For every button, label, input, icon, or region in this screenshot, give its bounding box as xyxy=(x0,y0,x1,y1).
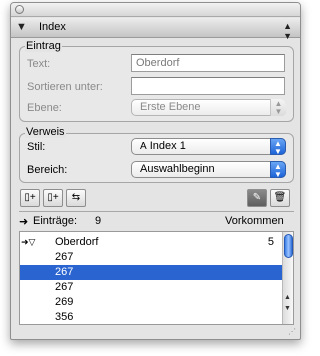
sort-under-field[interactable] xyxy=(131,77,285,95)
list-item[interactable]: 356 xyxy=(20,310,284,324)
range-label: Bereich: xyxy=(27,164,68,176)
level-label: Ebene: xyxy=(27,102,62,114)
window-titlebar[interactable] xyxy=(11,3,300,17)
text-label: Text: xyxy=(27,58,51,70)
panel-header: ▼ Index ▲ ▼ xyxy=(11,18,300,41)
range-popup[interactable]: Auswahlbeginn ▲ ▼ xyxy=(131,161,286,179)
entry-group-label: Eintrag xyxy=(25,40,62,52)
occurrences-header: Vorkommen xyxy=(225,215,284,227)
divider xyxy=(19,211,294,212)
trash-icon[interactable]: 🗑 xyxy=(270,189,290,207)
popup-arrows-icon: ▲ ▼ xyxy=(270,99,286,116)
reference-group-label: Verweis xyxy=(25,126,66,138)
list-item[interactable]: 267 xyxy=(20,250,284,265)
vertical-scrollbar[interactable]: ▲ ▼ xyxy=(282,232,293,324)
entries-count: 9 xyxy=(95,215,102,227)
level-popup-value: Erste Ebene xyxy=(140,101,201,113)
resize-grip-icon[interactable]: ⋰ xyxy=(288,327,298,337)
list-item[interactable]: 269 xyxy=(20,295,284,310)
popup-arrows-icon: ▲ ▼ xyxy=(270,161,286,179)
list-item-selected[interactable]: 267 xyxy=(20,265,284,280)
goto-marker-icon[interactable]: ⇆ xyxy=(66,189,86,207)
scrollbar-thumb[interactable] xyxy=(284,234,293,258)
index-entry-list[interactable]: ➜▽ Oberdorf 5 267 267 267 269 356 ▲ ▼ xyxy=(19,231,294,325)
disclosure-triangle-icon[interactable]: ▼ xyxy=(16,21,27,33)
arrow-icon: ➜ xyxy=(19,216,29,228)
list-item[interactable]: ➜▽ Oberdorf 5 xyxy=(20,235,284,250)
level-popup[interactable]: Erste Ebene ▲ ▼ xyxy=(131,99,286,116)
index-palette-window: ▼ Index ▲ ▼ Eintrag Text: Oberdorf Sortie… xyxy=(10,2,301,340)
add-entry-icon[interactable]: ▯+ xyxy=(20,189,40,207)
panel-menu-icon[interactable]: ▲ ▼ xyxy=(283,21,292,41)
text-field[interactable]: Oberdorf xyxy=(131,54,285,72)
paragraph-style-icon: A xyxy=(140,141,147,152)
sort-under-label: Sortieren unter: xyxy=(27,81,103,93)
scroll-down-icon[interactable]: ▼ xyxy=(284,305,291,312)
expand-arrow-icon[interactable]: ➜▽ xyxy=(21,235,35,250)
entries-label: Einträge: xyxy=(33,215,78,227)
close-icon[interactable] xyxy=(15,5,24,14)
style-popup[interactable]: A Index 1 ▲ ▼ xyxy=(131,138,286,156)
panel-title: Index xyxy=(39,21,66,33)
style-label: Stil: xyxy=(27,141,46,153)
style-popup-value: Index 1 xyxy=(149,140,186,152)
list-item[interactable]: 267 xyxy=(20,280,284,295)
scroll-up-icon[interactable]: ▲ xyxy=(284,294,291,301)
range-popup-value: Auswahlbeginn xyxy=(140,163,215,175)
popup-arrows-icon: ▲ ▼ xyxy=(270,138,286,156)
add-all-entries-icon[interactable]: ▯+ xyxy=(43,189,63,207)
pencil-icon[interactable]: ✎ xyxy=(247,189,267,207)
